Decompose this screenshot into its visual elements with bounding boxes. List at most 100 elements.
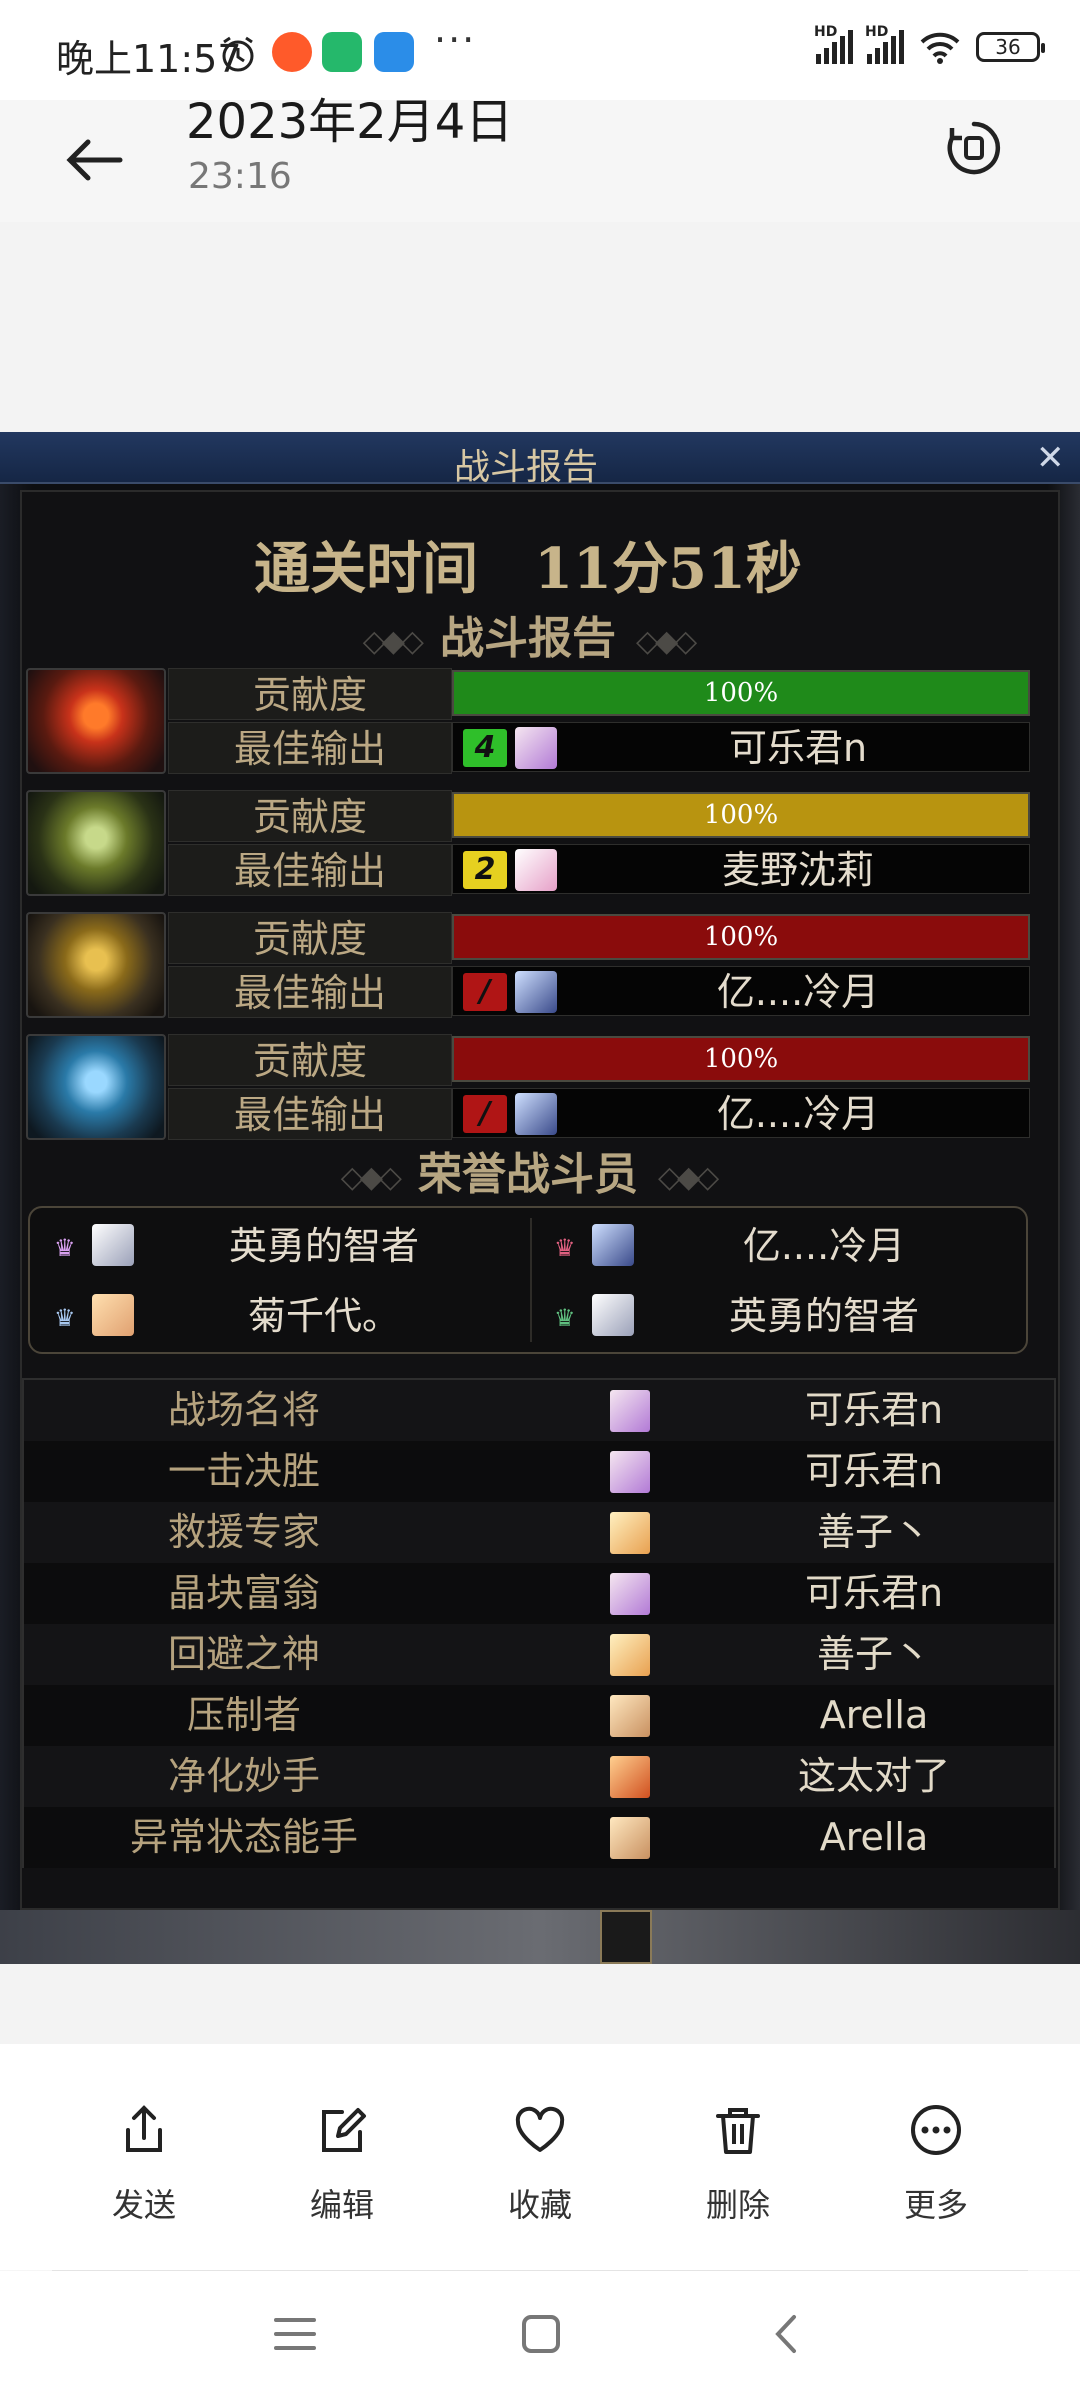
game-close-icon: ✕ [1036,438,1065,478]
best-output-box: 4 可乐君n [452,722,1030,772]
honor-player-name: 英勇的智者 [728,1294,919,1338]
honor-player-name: 亿....冷月 [742,1224,906,1268]
best-output-label: 最佳输出 [168,844,452,896]
award-row: 战场名将 可乐君n [24,1380,1054,1441]
best-player-name: 亿....冷月 [716,970,880,1014]
player-avatar [92,1294,134,1336]
best-output-label: 最佳输出 [168,966,452,1018]
game-window-title: 战斗报告 [453,447,598,488]
back-nav-icon[interactable] [764,2311,810,2357]
system-nav-bar [0,2271,1080,2400]
contribution-value: 100% [703,678,779,708]
honor-entry: ♛ 菊千代。 [34,1284,526,1352]
award-player: 可乐君n [804,1449,944,1493]
more-notifications-icon: ··· [434,18,477,62]
contribution-bar: 100% [452,914,1030,960]
favorite-button[interactable]: 收藏 [470,2102,610,2232]
report-heading: ◇◆◇ 战斗报告 ◇◆◇ [362,613,697,664]
home-icon[interactable] [518,2311,564,2357]
contribution-bar: 100% [452,792,1030,838]
player-avatar [610,1512,650,1554]
rotate-icon [947,121,1001,175]
honor-entry: ♛ 亿....冷月 [534,1214,1026,1282]
heart-icon [515,2106,565,2152]
boss-portrait-green [26,790,166,896]
player-avatar [592,1294,634,1336]
signal-icon: HD [865,24,904,64]
game-screenshot: 战斗报告 ✕ 通关时间 11分51秒 ◇◆◇ 战斗报告 ◇◆◇ 贡献度 最佳输出 1… [0,432,1080,1964]
alarm-icon [222,36,254,72]
ornament-icon: ◇◆◇ [340,1160,402,1195]
honor-divider [530,1218,532,1342]
cloud-icon [374,32,414,72]
award-row: 救援专家 善子丶 [24,1502,1054,1563]
award-player: 这太对了 [797,1754,950,1798]
player-avatar [610,1756,650,1798]
edit-button[interactable]: 编辑 [272,2102,412,2232]
best-player-name: 麦野沈莉 [721,848,874,892]
player-avatar [592,1224,634,1266]
ornament-icon: ◇◆◇ [362,624,424,659]
more-button[interactable]: 更多 [866,2102,1006,2232]
player-avatar [515,727,557,769]
contribution-label: 贡献度 [168,790,452,842]
send-button[interactable]: 发送 [74,2102,214,2232]
boss-portrait-ice [26,1034,166,1140]
player-avatar [610,1634,650,1676]
rotate-button[interactable] [944,118,1004,178]
player-avatar [610,1573,650,1615]
crown-icon: ♛ [554,1304,576,1332]
best-player-name: 可乐君n [728,726,868,770]
rank-badge: / [463,973,507,1011]
boss-portrait-fire [26,668,166,774]
trash-icon [716,2108,760,2154]
award-player: Arella [819,1815,929,1859]
player-avatar [610,1817,650,1859]
boss-row: 贡献度 最佳输出 100% / 亿....冷月 [26,912,1030,1018]
player-avatar [610,1695,650,1737]
delete-button[interactable]: 删除 [668,2102,808,2232]
app-notification-icon [272,32,312,72]
award-row: 异常状态能手 Arella [24,1807,1054,1868]
contribution-label: 贡献度 [168,668,452,720]
award-row: 净化妙手 这太对了 [24,1746,1054,1807]
crown-icon: ♛ [554,1234,576,1262]
player-avatar [92,1224,134,1266]
back-button[interactable] [62,120,162,200]
send-label: 发送 [111,2186,176,2224]
honor-entry: ♛ 英勇的智者 [34,1214,526,1282]
best-player-name: 亿....冷月 [716,1092,880,1136]
recent-apps-icon[interactable] [272,2311,318,2357]
photo-date: 2023年2月4日 [186,94,514,150]
award-row: 压制者 Arella [24,1685,1054,1746]
award-player: Arella [819,1693,929,1737]
clear-time: 通关时间 11分51秒 [254,536,802,602]
contribution-value: 100% [703,800,779,830]
edit-label: 编辑 [309,2186,374,2224]
player-avatar [610,1451,650,1493]
award-row: 回避之神 善子丶 [24,1624,1054,1685]
crown-icon: ♛ [54,1234,76,1262]
award-row: 晶块富翁 可乐君n [24,1563,1054,1624]
award-title: 压制者 [186,1693,301,1737]
player-avatar [515,1093,557,1135]
contribution-value: 100% [703,1044,779,1074]
player-avatar [610,1390,650,1432]
rank-badge: 4 [463,729,507,767]
honor-box: ♛ 英勇的智者 ♛ 亿....冷月 ♛ 菊千代。 ♛ 英勇的智者 [28,1206,1028,1354]
award-table: 战场名将 可乐君n 一击决胜 可乐君n 救援专家 善子丶 晶块富翁 可乐君n 回… [22,1378,1056,1868]
edit-icon [322,2108,366,2152]
best-output-box: / 亿....冷月 [452,966,1030,1016]
battery-icon: 36 [976,32,1045,62]
more-icon [911,2105,961,2155]
bottom-toolbar: 发送 编辑 收藏 删除 更多 [0,2044,1080,2270]
award-row: 一击决胜 可乐君n [24,1441,1054,1502]
award-title: 回避之神 [167,1632,320,1676]
best-output-box: 2 麦野沈莉 [452,844,1030,894]
contribution-label: 贡献度 [168,1034,452,1086]
player-avatar [515,971,557,1013]
status-bar: 晚上11:57 ··· HD HD 36 [0,0,1080,100]
crown-icon: ♛ [54,1304,76,1332]
ornament-icon: ◇◆◇ [636,624,697,659]
security-shield-icon [322,32,362,72]
